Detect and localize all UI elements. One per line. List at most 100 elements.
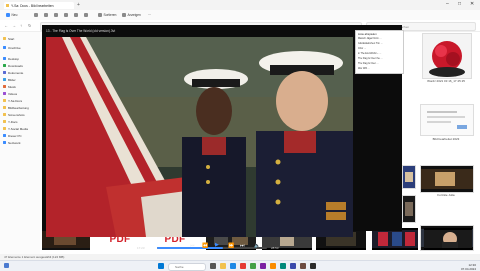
time-current: 17:23 [137,245,145,250]
sidebar-item[interactable]: Desktop [3,56,19,61]
play-icon[interactable]: ▶ [215,242,219,248]
app-icon[interactable] [280,263,286,269]
share-button[interactable] [74,12,80,18]
folder-icon [3,37,6,40]
sort-label: Sortieren [103,13,117,17]
taskbar: Suche 12:30 07.04.2024 [0,260,480,271]
copy-button[interactable] [44,12,50,18]
playlist-item[interactable]: Wer Will … [358,67,401,70]
minimize-button[interactable]: – [446,1,449,7]
folder-icon [3,78,6,81]
forward-arrow-icon[interactable]: → [12,23,16,28]
folder-icon [3,99,6,102]
sidebar-item[interactable]: Y-Docs [3,119,18,124]
folder-icon [3,120,6,123]
app-icon[interactable] [290,263,296,269]
new-tab-button[interactable]: + [77,2,80,8]
app-icon[interactable] [250,263,256,269]
volume-icon[interactable]: 🔈 [254,243,260,249]
cut-button[interactable] [34,12,40,18]
start-icon[interactable] [158,263,164,269]
task-view-icon[interactable] [210,263,216,269]
weather-icon[interactable] [4,263,9,268]
document-thumbnail[interactable] [420,104,474,136]
share-icon [74,13,78,17]
sidebar-item[interactable]: Y-Social Media [3,126,28,131]
folder-icon [3,85,6,88]
sidebar-item-label: Netzwerk [8,140,21,145]
playlist-panel: Liste abspielen Marsch Jäger/Vorm … Glück… [355,30,404,74]
sidebar-item-label: Videos [8,91,18,96]
playlist-item[interactable]: Marsch Jäger/Vorm … [358,37,401,40]
explorer-tab[interactable]: Y-Sa: Docs - Bild bearbeiten [4,2,74,9]
app-icon[interactable] [270,263,276,269]
playlist-item[interactable]: The Flag Is Over … [358,62,401,65]
playlist-header: Liste abspielen [358,32,377,36]
playlist-item[interactable]: Chor … [358,47,401,50]
rename-button[interactable] [64,12,70,18]
next-icon[interactable]: ⏭ [240,243,245,249]
sidebar-item[interactable]: Downloads [3,63,23,68]
refresh-icon[interactable]: ↻ [28,23,31,28]
maximize-button[interactable]: □ [458,1,461,7]
sort-button[interactable]: Sortieren [98,12,116,18]
video-thumbnail[interactable] [402,195,416,223]
sidebar-item[interactable]: Videos [3,91,17,96]
sidebar-item[interactable]: OneDrive [3,45,21,50]
sidebar-item-label: Musik [8,84,16,89]
time-total: 28:53 [271,245,279,250]
close-button[interactable]: ✕ [470,1,474,7]
sidebar-item-label: OneDrive [8,45,21,50]
folder-icon [3,141,6,144]
previous-icon[interactable]: ⏮ [190,243,195,249]
folder-icon [3,92,6,95]
back-arrow-icon[interactable]: ← [4,23,8,28]
new-button[interactable]: Neu [6,12,17,18]
video-thumbnail[interactable] [372,228,418,250]
video-thumbnail[interactable] [420,165,474,193]
sidebar-item[interactable]: Dieser PC [3,133,22,138]
sidebar-item[interactable]: Dokumente [3,70,23,75]
playlist-item[interactable]: The Flag Is Over the … [358,57,401,60]
sidebar-item[interactable]: Musik [3,84,16,89]
sidebar-item[interactable]: Netzwerk [3,140,21,145]
video-thumbnail[interactable] [402,165,416,189]
up-arrow-icon[interactable]: ↑ [20,23,22,28]
view-label: Anzeigen [127,13,141,17]
view-icon [122,13,126,17]
image-thumbnail[interactable] [422,33,472,79]
video-frame[interactable] [46,37,353,237]
edge-icon[interactable] [230,263,236,269]
app-icon[interactable] [260,263,266,269]
more-button[interactable]: ··· [148,12,151,18]
playlist-item[interactable]: Glückstäubchen Trm … [358,42,401,45]
delete-button[interactable] [84,12,90,18]
sidebar-item-label: Y-Sa Docs [8,98,23,103]
sidebar-item[interactable]: Bildbearbeitung [3,105,29,110]
folder-icon [3,71,6,74]
paste-button[interactable] [54,12,60,18]
playlist-item[interactable]: in The End World – … [358,52,401,55]
view-button[interactable]: Anzeigen [122,12,141,18]
rewind-icon[interactable]: ⏪ [202,243,208,249]
file-explorer-icon[interactable] [220,263,226,269]
sidebar-item[interactable]: Bilder [3,77,16,82]
media-player-icon[interactable] [310,263,316,269]
sidebar-item[interactable]: Screenshots [3,112,25,117]
copy-icon [44,13,48,17]
fast-forward-icon[interactable]: ⏩ [228,243,234,249]
sidebar-item[interactable]: Y-Sa Docs [3,98,22,103]
file-caption: Bild bearbeitet 2023 [432,137,460,141]
folder-icon [3,46,6,49]
app-icon[interactable] [300,263,306,269]
sidebar-item-label: Desktop [8,56,20,61]
sidebar-item-label: Y-Social Media [8,126,28,131]
clock[interactable]: 12:30 07.04.2024 [452,263,476,271]
app-icon[interactable] [240,263,246,269]
folder-icon [3,64,6,67]
sidebar-item[interactable]: Start [3,36,14,41]
file-list-pane: Wordz 2021 03 16_17 45 25 Bild bearbeite… [400,32,480,254]
trash-icon [84,13,88,17]
video-thumbnail[interactable] [424,228,472,250]
new-icon [6,13,10,17]
